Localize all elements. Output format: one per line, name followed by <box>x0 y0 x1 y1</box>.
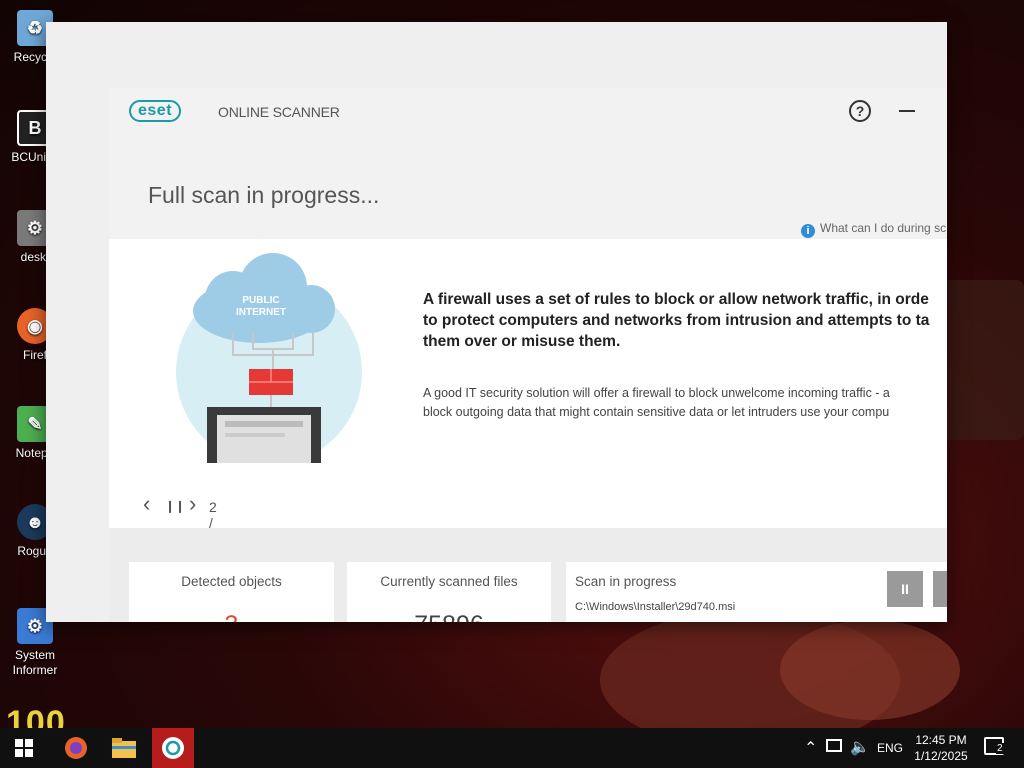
detected-objects-card: Detected objects 3 <box>129 562 334 622</box>
slide-title: A firewall uses a set of rules to block … <box>423 289 947 352</box>
firefox-icon <box>65 737 87 759</box>
clock-date: 1/12/2025 <box>914 749 968 763</box>
eset-logo: eset <box>129 100 182 122</box>
clock[interactable]: 12:45 PM 1/12/2025 <box>912 732 970 764</box>
eset-app: eset ONLINE SCANNER ? Full scan in progr… <box>109 88 947 622</box>
network-icon[interactable] <box>826 739 842 752</box>
notification-count: 2 <box>996 743 1004 754</box>
info-link[interactable]: i What can I do during sc <box>801 221 946 238</box>
taskbar-file-explorer[interactable] <box>102 728 146 768</box>
desktop-icon-label: System Informer <box>12 648 58 677</box>
wallpaper-shape <box>780 620 960 720</box>
pause-slides-icon[interactable]: ❙❙ <box>165 499 185 513</box>
clock-time: 12:45 PM <box>915 733 967 747</box>
minimize-icon[interactable] <box>899 110 915 112</box>
app-header: eset ONLINE SCANNER ? <box>109 88 947 136</box>
slide-title-line: them over or misuse them. <box>423 333 621 350</box>
scanned-files-value: 75896 <box>347 611 551 622</box>
eset-window: eset ONLINE SCANNER ? Full scan in progr… <box>46 22 947 622</box>
eset-scanner-icon <box>162 737 184 759</box>
stop-scan-button[interactable] <box>933 571 947 607</box>
taskbar-firefox[interactable] <box>54 728 98 768</box>
scanned-files-label: Currently scanned files <box>380 574 518 589</box>
scan-progress-card: Scan in progress C:\Windows\Installer\29… <box>566 562 947 622</box>
slide-title-line: to protect computers and networks from i… <box>423 312 930 329</box>
volume-muted-icon[interactable]: 🔈 <box>850 737 870 757</box>
illustration-text: PUBLIC <box>242 295 279 306</box>
product-name: ONLINE SCANNER <box>218 104 340 120</box>
scanned-files-card: Currently scanned files 75896 <box>347 562 551 622</box>
slide-title-line: A firewall uses a set of rules to block … <box>423 291 929 308</box>
scan-stats: Detected objects 3 Currently scanned fil… <box>109 528 947 622</box>
tip-slide: PUBLIC INTERNET A firewall uses a set of… <box>109 239 947 547</box>
firewall-illustration-icon: PUBLIC INTERNET <box>176 253 362 463</box>
illustration-text: INTERNET <box>236 307 286 318</box>
scan-current-file: C:\Windows\Installer\29d740.msi <box>575 601 736 613</box>
folder-icon <box>112 738 136 758</box>
slide-body-line: A good IT security solution will offer a… <box>423 386 890 400</box>
slide-body: A good IT security solution will offer a… <box>423 384 947 422</box>
info-link-label: What can I do during sc <box>820 221 947 235</box>
detected-objects-label: Detected objects <box>181 574 282 589</box>
help-icon[interactable]: ? <box>849 100 871 122</box>
notification-center-icon[interactable]: 2 <box>984 737 1004 755</box>
scan-progress-label: Scan in progress <box>575 574 677 589</box>
page-title: Full scan in progress... <box>148 182 380 208</box>
taskbar: ⌃ 🔈 ENG 12:45 PM 1/12/2025 2 <box>0 728 1024 768</box>
pause-scan-button[interactable]: II <box>887 571 923 607</box>
taskbar-eset[interactable] <box>152 728 194 768</box>
chevron-right-icon[interactable]: › <box>189 491 196 517</box>
slide-body-line: block outgoing data that might contain s… <box>423 405 890 419</box>
tray-chevron-up-icon[interactable]: ⌃ <box>804 738 817 758</box>
wallpaper-shape <box>940 280 1024 440</box>
windows-logo-icon <box>15 739 33 757</box>
detected-objects-value: 3 <box>129 611 334 622</box>
info-icon: i <box>801 224 815 238</box>
chevron-left-icon[interactable]: ‹ <box>143 491 150 517</box>
language-indicator[interactable]: ENG <box>877 741 903 755</box>
start-button[interactable] <box>2 728 46 768</box>
